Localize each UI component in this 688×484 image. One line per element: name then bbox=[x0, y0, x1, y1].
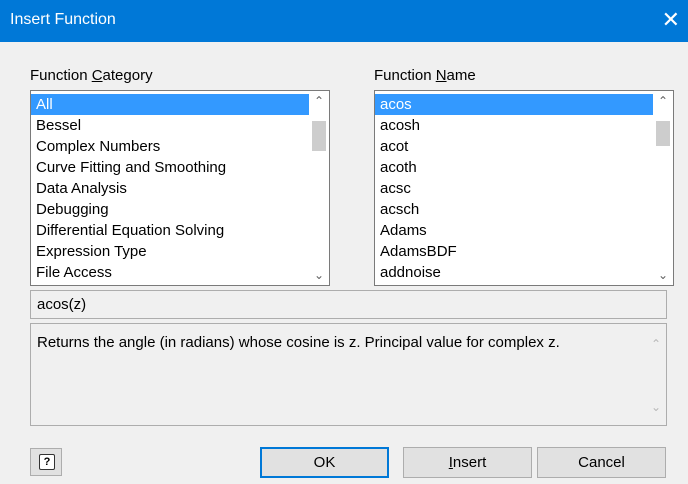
label-text: Function bbox=[374, 67, 436, 84]
list-item[interactable]: Complex Numbers bbox=[31, 136, 309, 157]
scroll-up-icon[interactable]: ⌃ bbox=[653, 91, 673, 111]
scroll-down-icon[interactable]: ⌄ bbox=[646, 397, 666, 417]
list-item[interactable]: acot bbox=[375, 136, 653, 157]
function-syntax-field: acos(z) bbox=[30, 290, 667, 319]
list-item[interactable]: acoth bbox=[375, 157, 653, 178]
scroll-thumb[interactable] bbox=[656, 121, 670, 146]
scroll-up-icon[interactable]: ⌃ bbox=[646, 334, 666, 354]
label-accelerator: C bbox=[91, 67, 103, 84]
list-item[interactable]: File Access bbox=[31, 262, 309, 283]
list-item[interactable]: acsch bbox=[375, 199, 653, 220]
description-scrollbar[interactable]: ⌃ ⌄ bbox=[646, 324, 666, 425]
list-item[interactable]: acos bbox=[375, 94, 653, 115]
list-item[interactable]: acosh bbox=[375, 115, 653, 136]
scroll-down-icon[interactable]: ⌄ bbox=[653, 265, 673, 285]
list-item[interactable]: acsc bbox=[375, 178, 653, 199]
category-items: All Bessel Complex Numbers Curve Fitting an… bbox=[31, 91, 309, 285]
function-name-label: Function Name bbox=[374, 67, 476, 84]
list-item[interactable]: Expression Type bbox=[31, 241, 309, 262]
name-scrollbar[interactable]: ⌃ ⌄ bbox=[653, 91, 673, 285]
list-item[interactable]: Curve Fitting and Smoothing bbox=[31, 157, 309, 178]
list-item[interactable]: Bessel bbox=[31, 115, 309, 136]
list-item[interactable]: addnoise bbox=[375, 262, 653, 283]
title-bar: Insert Function ✕ bbox=[0, 0, 688, 42]
help-icon: ? bbox=[39, 454, 55, 470]
function-category-list[interactable]: All Bessel Complex Numbers Curve Fitting an… bbox=[30, 90, 330, 286]
list-item[interactable]: All bbox=[31, 94, 309, 115]
list-item[interactable]: Data Analysis bbox=[31, 178, 309, 199]
name-items: acos acosh acot acoth acsc acsch Adams AdamsBDF… bbox=[375, 91, 653, 285]
label-text: ame bbox=[446, 67, 476, 84]
function-name-list[interactable]: acos acosh acot acoth acsc acsch Adams AdamsBDF… bbox=[374, 90, 674, 286]
label-text: Function bbox=[30, 67, 92, 84]
insert-label: nsert bbox=[452, 454, 487, 471]
list-item[interactable]: Debugging bbox=[31, 199, 309, 220]
help-button[interactable]: ? bbox=[30, 448, 62, 476]
cancel-button[interactable]: Cancel bbox=[537, 447, 666, 478]
function-category-label: Function Category bbox=[30, 67, 153, 84]
description-text: Returns the angle (in radians) whose cos… bbox=[37, 334, 560, 351]
ok-button[interactable]: OK bbox=[260, 447, 389, 478]
dialog-title: Insert Function bbox=[10, 11, 116, 28]
list-item[interactable]: AdamsBDF bbox=[375, 241, 653, 262]
category-scrollbar[interactable]: ⌃ ⌄ bbox=[309, 91, 329, 285]
list-item[interactable]: Adams bbox=[375, 220, 653, 241]
close-icon[interactable]: ✕ bbox=[662, 7, 680, 33]
scroll-down-icon[interactable]: ⌄ bbox=[309, 265, 329, 285]
label-accelerator: N bbox=[435, 67, 447, 84]
label-text: ategory bbox=[102, 67, 153, 84]
scroll-thumb[interactable] bbox=[312, 121, 326, 151]
scroll-up-icon[interactable]: ⌃ bbox=[309, 91, 329, 111]
list-item[interactable]: Differential Equation Solving bbox=[31, 220, 309, 241]
function-description: Returns the angle (in radians) whose cos… bbox=[30, 323, 667, 426]
insert-button[interactable]: Insert bbox=[403, 447, 532, 478]
